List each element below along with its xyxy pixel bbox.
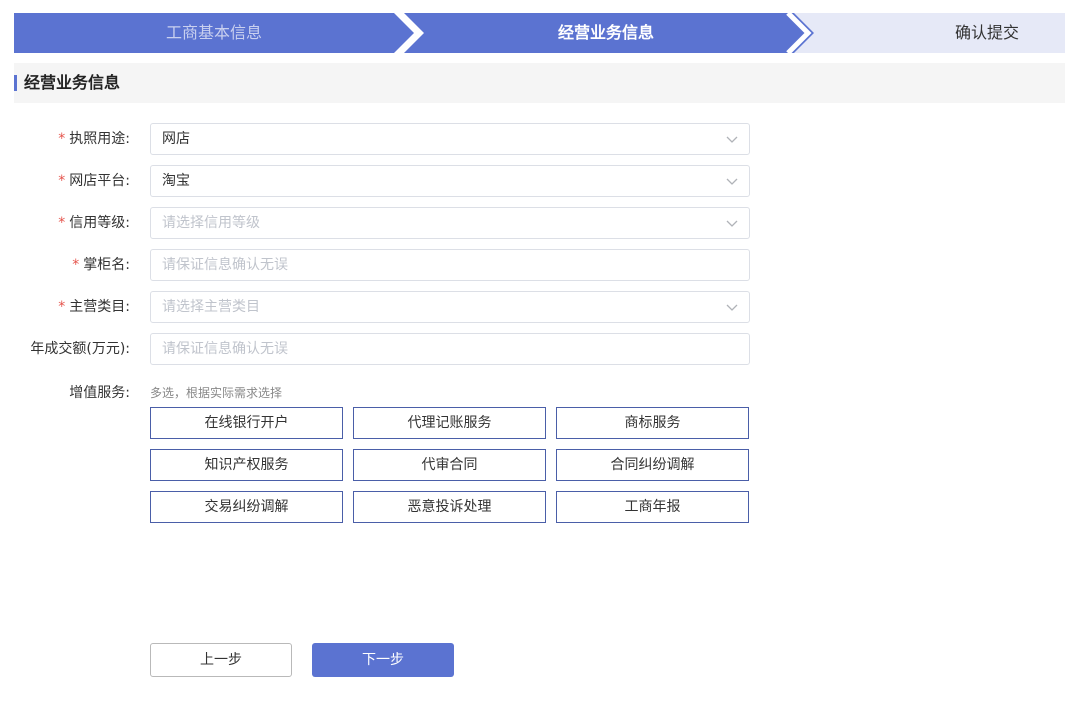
required-mark: * [58, 215, 66, 231]
section-accent-bar [14, 75, 17, 91]
vas-option-contract-dispute[interactable]: 合同纠纷调解 [556, 449, 749, 481]
chevron-down-icon [726, 304, 738, 311]
turnover-input[interactable]: 请保证信息确认无误 [150, 333, 750, 365]
vas-option-malicious-complaint[interactable]: 恶意投诉处理 [353, 491, 546, 523]
form-row-shopkeeper: * 掌柜名: 请保证信息确认无误 [0, 249, 760, 281]
form-row-turnover: 年成交额(万元): 请保证信息确认无误 [0, 333, 760, 365]
vas-option-annual-report[interactable]: 工商年报 [556, 491, 749, 523]
prev-step-button[interactable]: 上一步 [150, 643, 292, 677]
shopkeeper-input[interactable]: 请保证信息确认无误 [150, 249, 750, 281]
section-title: 经营业务信息 [24, 73, 121, 92]
category-label: * 主营类目: [58, 299, 130, 315]
credit-label: * 信用等级: [58, 215, 130, 231]
shopkeeper-label: * 掌柜名: [72, 257, 130, 273]
vas-option-contract-review[interactable]: 代审合同 [353, 449, 546, 481]
category-select[interactable]: 请选择主营类目 [150, 291, 750, 323]
section-header: 经营业务信息 [14, 63, 1065, 103]
vas-option-bookkeeping[interactable]: 代理记账服务 [353, 407, 546, 439]
step-2-label: 经营业务信息 [557, 23, 654, 42]
form-row-license-use: * 执照用途: 网店 [0, 123, 760, 155]
vas-option-trademark[interactable]: 商标服务 [556, 407, 749, 439]
step-progress: 工商基本信息 经营业务信息 确认提交 [14, 13, 1065, 53]
chevron-down-icon [726, 178, 738, 185]
turnover-label: 年成交额(万元): [30, 341, 130, 357]
required-mark: * [72, 257, 80, 273]
form-row-category: * 主营类目: 请选择主营类目 [0, 291, 760, 323]
credit-select[interactable]: 请选择信用等级 [150, 207, 750, 239]
step-3-label: 确认提交 [954, 23, 1019, 42]
form-row-platform: * 网店平台: 淘宝 [0, 165, 760, 197]
license-use-select[interactable]: 网店 [150, 123, 750, 155]
form-row-credit: * 信用等级: 请选择信用等级 [0, 207, 760, 239]
vas-label: 增值服务: [69, 385, 130, 401]
platform-select[interactable]: 淘宝 [150, 165, 750, 197]
step-1-label: 工商基本信息 [165, 23, 262, 42]
vas-option-online-bank[interactable]: 在线银行开户 [150, 407, 343, 439]
required-mark: * [58, 299, 66, 315]
required-mark: * [58, 131, 66, 147]
chevron-down-icon [726, 136, 738, 143]
chevron-down-icon [726, 220, 738, 227]
license-use-label: * 执照用途: [58, 131, 130, 147]
vas-option-trade-dispute[interactable]: 交易纠纷调解 [150, 491, 343, 523]
required-mark: * [58, 173, 66, 189]
vas-option-ip[interactable]: 知识产权服务 [150, 449, 343, 481]
vas-hint: 多选，根据实际需求选择 [150, 386, 283, 400]
next-step-button[interactable]: 下一步 [312, 643, 454, 677]
platform-label: * 网店平台: [58, 173, 130, 189]
